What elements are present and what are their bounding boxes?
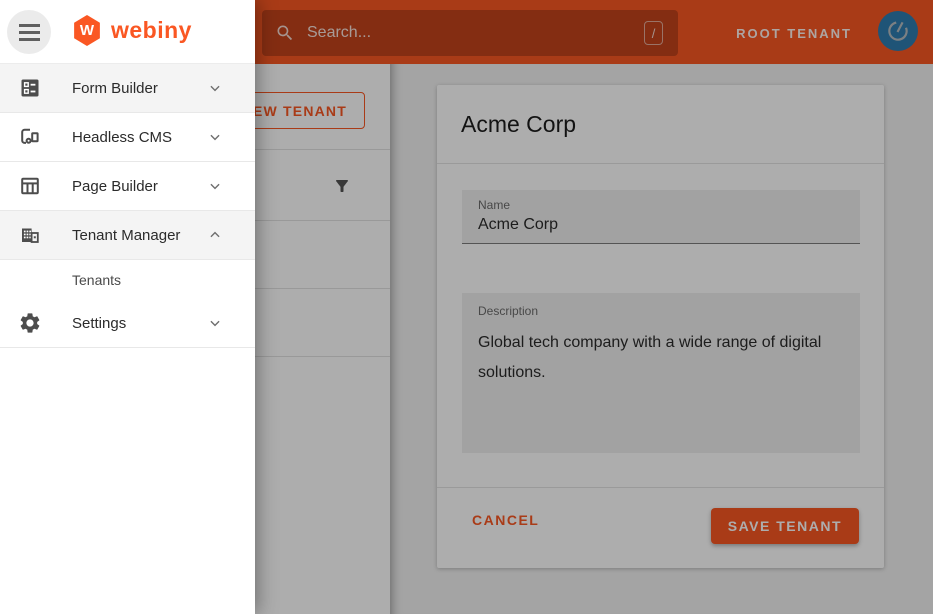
- chevron-down-icon: [208, 316, 222, 330]
- form-builder-icon: [18, 76, 42, 100]
- chevron-down-icon: [208, 81, 222, 95]
- webiny-logo-badge: W: [73, 15, 101, 46]
- sidebar-item-label: Settings: [72, 315, 126, 332]
- menu-button[interactable]: [7, 10, 51, 54]
- tenant-manager-icon: [18, 223, 42, 247]
- sidebar-item-tenant-manager[interactable]: Tenant Manager: [0, 211, 255, 260]
- sidebar-subitem-label: Tenants: [72, 272, 121, 288]
- sidebar-item-settings[interactable]: Settings: [0, 299, 255, 348]
- chevron-up-icon: [208, 228, 222, 242]
- webiny-logo[interactable]: W webiny: [73, 15, 192, 46]
- sidebar-item-tenants[interactable]: Tenants: [0, 260, 255, 299]
- gear-icon: [18, 311, 42, 335]
- navigation-drawer: W webiny Form Builder: [0, 0, 255, 614]
- chevron-down-icon: [208, 179, 222, 193]
- headless-cms-icon: [18, 125, 42, 149]
- webiny-logo-text: webiny: [111, 17, 192, 44]
- page-builder-icon: [18, 174, 42, 198]
- chevron-down-icon: [208, 130, 222, 144]
- sidebar-item-form-builder[interactable]: Form Builder: [0, 64, 255, 113]
- sidebar-item-label: Form Builder: [72, 80, 158, 97]
- webiny-admin-app: / ROOT TENANT NEW TENANT Acme Corp: [0, 0, 933, 614]
- sidebar-item-label: Page Builder: [72, 178, 158, 195]
- hamburger-icon: [19, 24, 40, 27]
- sidebar-item-page-builder[interactable]: Page Builder: [0, 162, 255, 211]
- sidebar-item-label: Headless CMS: [72, 129, 172, 146]
- sidebar-item-label: Tenant Manager: [72, 227, 180, 244]
- sidebar-item-headless-cms[interactable]: Headless CMS: [0, 113, 255, 162]
- drawer-header: W webiny: [0, 0, 255, 64]
